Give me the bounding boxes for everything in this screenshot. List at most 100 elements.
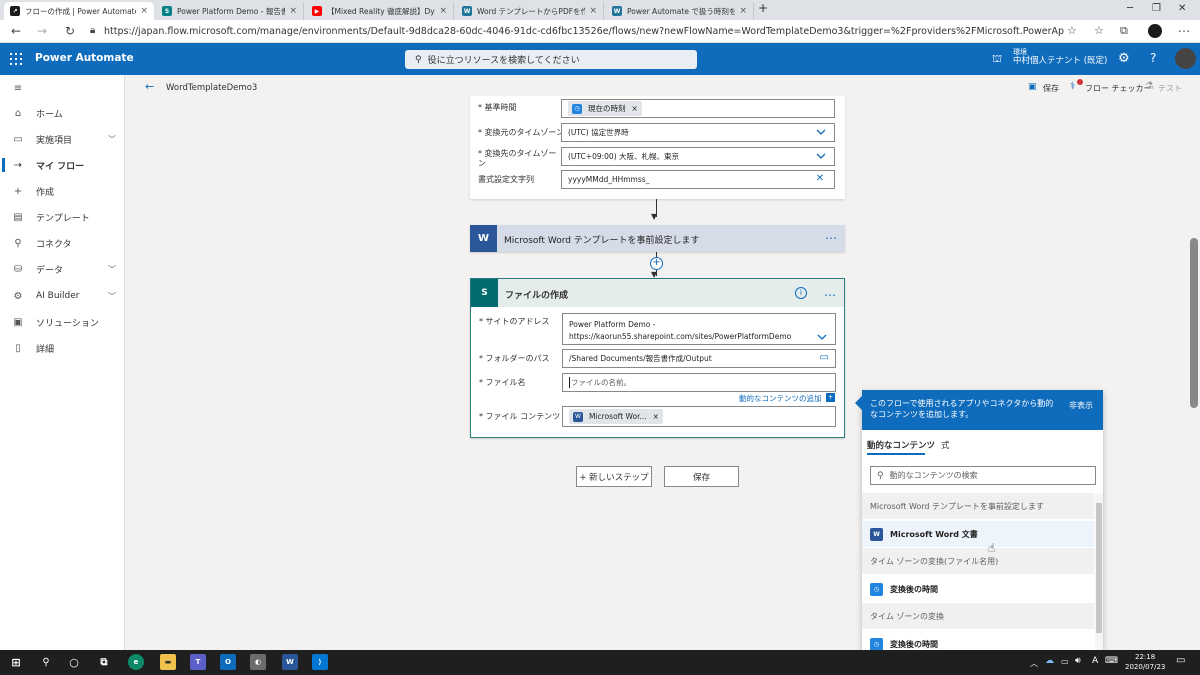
section-word-template[interactable]: Microsoft Word テンプレートを事前設定します [862,493,1094,519]
refresh-icon[interactable]: ↻ [65,24,75,38]
remove-token-icon[interactable]: × [632,104,638,113]
site-address-dropdown[interactable]: Power Platform Demo - https://kaorun55.s… [562,313,836,345]
page-scrollbar-thumb[interactable] [1190,238,1198,408]
app-launcher-icon[interactable] [10,53,22,65]
cortana-icon[interactable]: ○ [66,654,82,670]
browser-tab-youtube[interactable]: ▶ 【Mixed Reality 徹底解説】Dynami… × [306,2,454,20]
source-timezone-dropdown[interactable]: (UTC) 協定世界時 [561,123,835,142]
new-step-button[interactable]: + 新しいステップ [576,466,652,487]
tab-dynamic-content[interactable]: 動的なコンテンツ [867,439,935,451]
close-tab-icon[interactable]: × [739,6,747,16]
clear-icon[interactable]: ✕ [816,173,824,184]
user-avatar[interactable] [1175,48,1196,69]
outlook-icon[interactable]: O [220,654,236,670]
teams-icon[interactable]: T [190,654,206,670]
add-dynamic-content-link[interactable]: 動的なコンテンツの追加 [739,393,822,404]
clock-time[interactable]: 22:18 [1135,653,1155,661]
file-content-field[interactable]: W Microsoft Wor... × [562,406,836,427]
tray-chevron-up-icon[interactable]: ︿ [1030,658,1038,669]
back-arrow-icon[interactable]: ← [145,80,154,93]
hamburger-menu-icon[interactable]: ≡ [0,77,124,99]
more-options-icon[interactable]: ⋯ [1178,24,1190,38]
url-field[interactable]: https://japan.flow.microsoft.com/manage/… [104,23,1064,40]
close-tab-icon[interactable]: × [289,6,297,16]
onedrive-cloud-icon[interactable]: ☁ [1045,656,1054,666]
base-time-field[interactable]: ◷ 現在の時刻 × [561,99,835,118]
profile-avatar[interactable] [1148,24,1162,38]
sidebar-item-templates[interactable]: ▤ テンプレート [0,204,124,230]
save-command-button[interactable]: 保存 [1043,83,1059,94]
resource-search-box[interactable]: ⚲ 役に立つリソースを検索してください [405,50,697,69]
browser-tab-sharepoint[interactable]: S Power Platform Demo - 報告書作成 × [156,2,304,20]
volume-icon[interactable]: 🔊︎ [1075,656,1081,666]
folder-path-input[interactable]: /Shared Documents/報告書作成/Output ▭ [562,349,836,368]
section-timezone-filename[interactable]: タイム ゾーンの変換(ファイル名用) [862,548,1094,574]
sidebar-item-ai-builder[interactable]: ⚙ AI Builder ﹀ [0,283,124,309]
dynamic-content-search-input[interactable]: ⚲ 動的なコンテンツの検索 [870,466,1096,485]
sidebar-item-solutions[interactable]: ▣ ソリューション [0,309,124,335]
browser-tab-wordpress-1[interactable]: W Word テンプレートからPDFを作成する… × [456,2,604,20]
close-tab-icon[interactable]: × [439,6,447,16]
insert-step-plus-icon[interactable]: + [650,257,663,270]
more-options-icon[interactable]: … [824,285,836,299]
info-icon[interactable]: i [795,287,807,299]
sidebar-item-connectors[interactable]: ⚲ コネクタ [0,230,124,256]
destination-timezone-dropdown[interactable]: (UTC+09:00) 大阪、札幌、東京 [561,147,835,166]
edge-browser-icon[interactable]: e [128,654,144,670]
hide-panel-button[interactable]: 非表示 [1069,400,1093,411]
test-button[interactable]: テスト [1158,83,1182,94]
app-icon[interactable]: ◐ [250,654,266,670]
more-options-icon[interactable]: … [825,228,837,242]
sidebar-item-learn[interactable]: ▯ 詳細 [0,335,124,361]
sidebar-item-action-items[interactable]: ▭ 実施項目 ﹀ [0,126,124,152]
app-title[interactable]: Power Automate [35,52,134,64]
save-button[interactable]: 保存 [664,466,739,487]
favorite-star-icon[interactable]: ☆ [1067,24,1077,37]
close-tab-icon[interactable]: × [589,6,597,16]
file-name-input[interactable]: ファイルの名前。 [562,373,836,392]
panel-scrollbar-thumb[interactable] [1096,503,1102,633]
current-time-token[interactable]: ◷ 現在の時刻 × [568,101,642,116]
browser-tab-power-automate[interactable]: ↗ フローの作成 | Power Automate × [4,2,154,20]
page-scrollbar-track[interactable] [1187,101,1200,650]
keyboard-icon[interactable]: ⌨ [1105,656,1118,666]
close-tab-icon[interactable]: × [140,6,148,16]
panel-scrollbar-track[interactable] [1095,493,1103,650]
sidebar-item-home[interactable]: ⌂ ホーム [0,100,124,126]
sidebar-item-my-flows[interactable]: ⇢ マイ フロー [0,152,124,178]
new-tab-button[interactable]: + [758,1,768,15]
vscode-icon[interactable]: ⟩ [312,654,328,670]
word-app-icon[interactable]: W [282,654,298,670]
dynamic-item-converted-time[interactable]: ◷ 変換後の時間 [862,576,1094,602]
environment-picker[interactable]: 環境 中村個人テナント (既定) [1013,48,1107,66]
notification-icon[interactable]: ▭ [1176,655,1185,666]
remove-token-icon[interactable]: × [653,412,659,421]
favorites-bar-icon[interactable]: ☆ [1094,24,1104,37]
section-timezone[interactable]: タイム ゾーンの変換 [862,603,1094,629]
restore-window-icon[interactable]: ❐ [1152,3,1161,14]
sidebar-item-create[interactable]: + 作成 [0,178,124,204]
task-view-icon[interactable]: ⧉ [96,654,112,670]
collections-icon[interactable]: ⧉ [1120,24,1128,38]
flow-checker-button[interactable]: フロー チェッカー [1085,83,1152,94]
dynamic-content-icon[interactable]: + [826,393,835,402]
forward-arrow-icon[interactable]: → [37,24,47,38]
format-string-input[interactable]: yyyyMMdd_HHmmss_ ✕ [561,170,835,189]
ime-indicator[interactable]: A [1092,656,1098,666]
search-icon[interactable]: ⚲ [38,654,54,670]
help-icon[interactable]: ? [1150,51,1156,65]
word-document-token[interactable]: W Microsoft Wor... × [569,409,663,424]
settings-gear-icon[interactable]: ⚙ [1118,51,1130,66]
clock-date[interactable]: 2020/07/23 [1125,663,1165,671]
back-arrow-icon[interactable]: ← [11,24,21,38]
tab-expression[interactable]: 式 [941,439,950,451]
browser-tab-wordpress-2[interactable]: W Power Automate で扱う時刻を日本… × [606,2,754,20]
word-template-action-card[interactable]: W Microsoft Word テンプレートを事前設定します … [470,225,845,252]
windows-start-icon[interactable]: ⊞ [8,654,24,670]
network-icon[interactable]: ▭ [1061,657,1069,666]
sidebar-item-data[interactable]: ⛁ データ ﹀ [0,256,124,282]
folder-picker-icon[interactable]: ▭ [820,352,829,363]
close-window-icon[interactable]: ✕ [1178,3,1186,14]
file-explorer-icon[interactable]: ▬ [160,654,176,670]
dynamic-item-word-document[interactable]: W Microsoft Word 文書 [862,521,1094,547]
